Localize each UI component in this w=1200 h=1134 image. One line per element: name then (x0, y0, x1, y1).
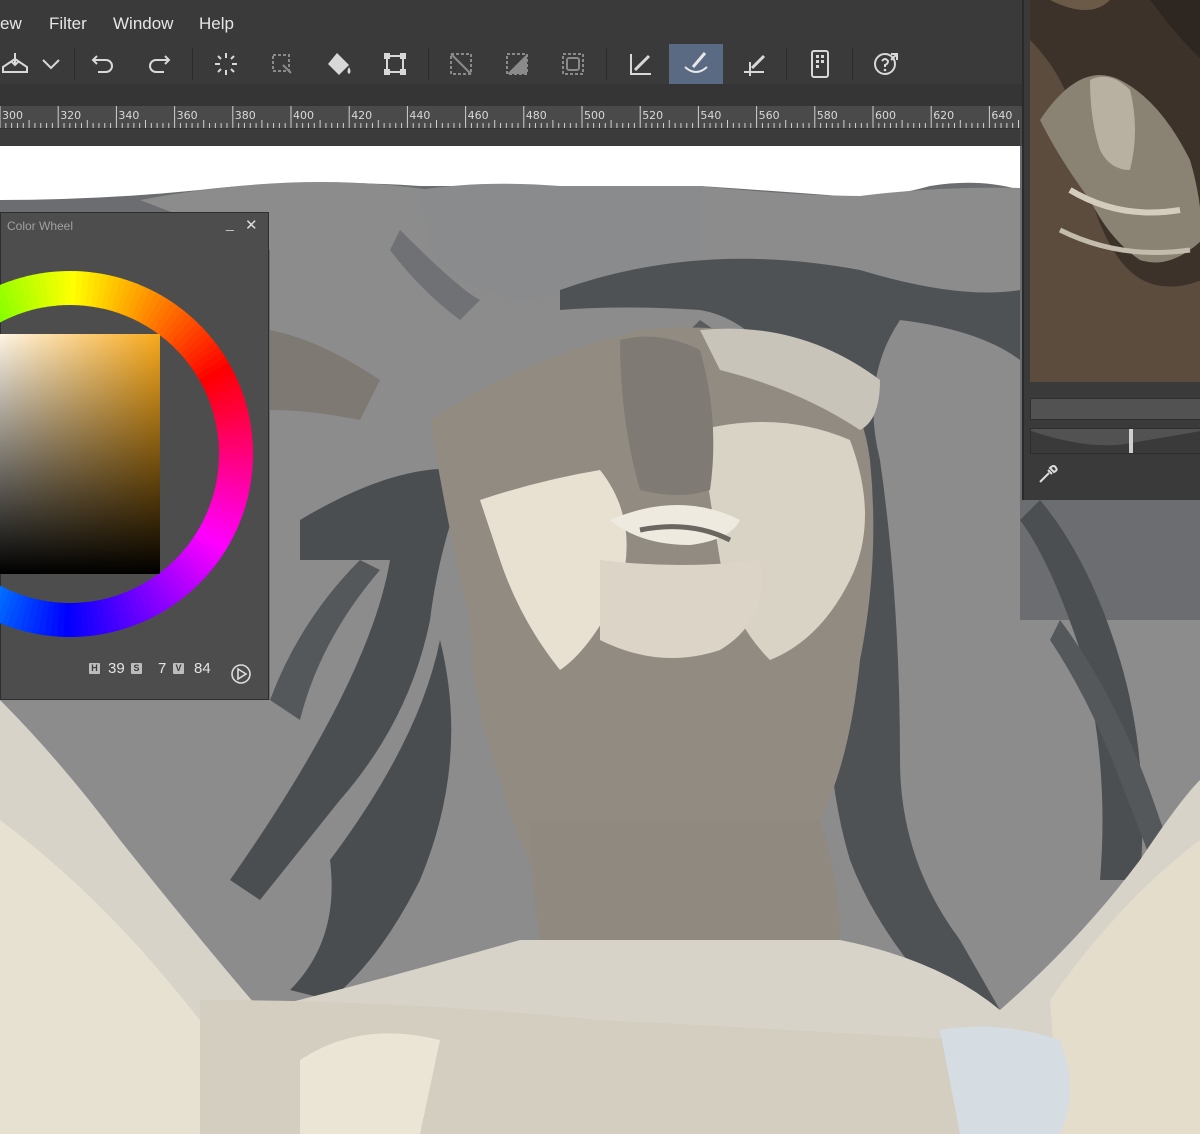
menu-window[interactable]: Window (113, 14, 173, 34)
ruler-ticks (0, 106, 1019, 128)
ruler-label: 580 (816, 109, 838, 122)
menu-view[interactable]: ew (0, 14, 22, 34)
menu-bar: ew Filter Window Help (0, 0, 1022, 45)
ruler-label: 460 (467, 109, 489, 122)
selection-border-icon[interactable] (546, 44, 600, 84)
menu-filter[interactable]: Filter (49, 14, 87, 34)
toolbar-separator (606, 48, 607, 80)
ruler-pen-icon[interactable] (727, 44, 781, 84)
toolbar-separator (428, 48, 429, 80)
help-icon[interactable] (859, 44, 913, 84)
v-value: 84 (194, 660, 211, 677)
redo-icon[interactable] (132, 44, 186, 84)
reference-image (1030, 0, 1200, 382)
horizontal-ruler: 300 320 340 360 380 400 420 440 460 480 500 520 540 5… (0, 106, 1020, 129)
ruler-label: 500 (584, 109, 605, 122)
navigator-panel (1022, 0, 1200, 500)
menu-help[interactable]: Help (199, 14, 234, 34)
navigator-preview[interactable] (1030, 0, 1200, 382)
ruler-label: 400 (293, 109, 314, 122)
pen-icon[interactable] (614, 44, 668, 84)
fill-icon[interactable] (312, 44, 366, 84)
invert-selection-icon[interactable] (490, 44, 544, 84)
toolbar-separator (192, 48, 193, 80)
ruler-label: 300 (2, 109, 23, 122)
ruler-label: 360 (176, 109, 198, 122)
dropdown-chevron-icon[interactable] (24, 44, 78, 84)
ruler-label: 340 (118, 109, 140, 122)
device-icon[interactable] (793, 44, 847, 84)
ruler-label: 420 (351, 109, 373, 122)
close-icon[interactable]: ✕ (245, 216, 258, 234)
v-label: V (173, 663, 184, 674)
toolbar-separator (852, 48, 853, 80)
ruler-label: 540 (700, 109, 722, 122)
toolbar-separator (786, 48, 787, 80)
h-label: H (89, 663, 100, 674)
color-switch-icon[interactable] (230, 663, 252, 690)
s-value: 7 (158, 660, 167, 677)
navigator-slider-bar[interactable] (1030, 398, 1200, 420)
ruler-label: 640 (991, 109, 1013, 122)
s-label: S (131, 663, 142, 674)
ruler-label: 380 (234, 109, 256, 122)
minimize-icon[interactable]: _ (226, 215, 234, 231)
h-value: 39 (108, 660, 125, 677)
ruler-label: 520 (642, 109, 664, 122)
color-wheel-panel: Color Wheel _ ✕ (0, 212, 269, 700)
deselect-icon[interactable] (255, 44, 309, 84)
toolbar-separator (74, 48, 75, 80)
crop-icon[interactable] (434, 44, 488, 84)
command-bar (0, 44, 1022, 84)
clear-icon[interactable] (199, 44, 253, 84)
color-wheel-title: Color Wheel (7, 219, 74, 233)
toolbar-spacer (0, 84, 1022, 106)
ruler-label: 480 (525, 109, 547, 122)
ruler-label: 620 (933, 109, 955, 122)
ruler-label: 560 (758, 109, 780, 122)
ruler-label: 320 (60, 109, 82, 122)
ruler-label: 440 (409, 109, 431, 122)
navigator-zoom-slider[interactable] (1030, 428, 1200, 454)
ruler-label: 600 (875, 109, 896, 122)
brush-icon[interactable] (669, 44, 723, 84)
zoom-curve (1031, 429, 1200, 453)
canvas-top-margin (0, 129, 1020, 146)
undo-icon[interactable] (76, 44, 130, 84)
eyedropper-icon[interactable] (1036, 464, 1058, 491)
transform-icon[interactable] (368, 44, 422, 84)
